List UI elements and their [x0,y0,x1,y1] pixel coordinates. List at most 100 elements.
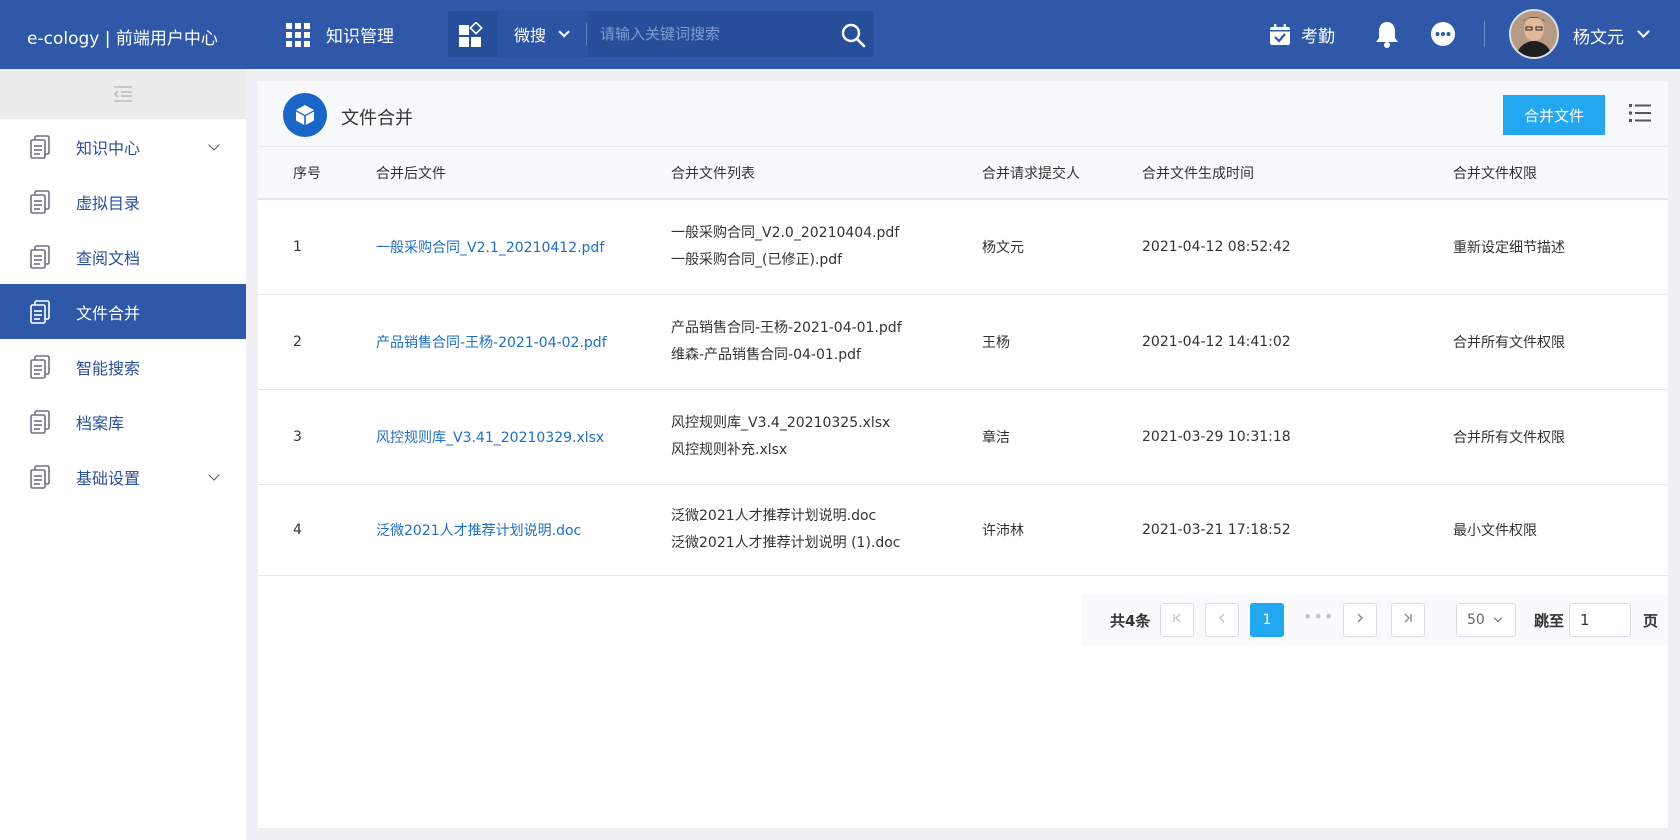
prev-page-button[interactable] [1205,603,1239,637]
col-header[interactable]: 序号 [258,147,376,200]
table-row[interactable]: 1 一般采购合同_V2.1_20210412.pdf 一般采购合同_V2.0_2… [258,199,1668,295]
col-header[interactable]: 合并后文件 [376,147,671,200]
row-number: 3 [258,389,376,485]
file-list-item: 一般采购合同_(已修正).pdf [671,251,843,268]
user-menu-chevron-icon[interactable] [1637,25,1650,38]
sidebar-item-basic-settings[interactable]: 基础设置 [0,449,246,504]
sidebar-item-label: 档案库 [76,413,125,433]
sidebar-item-label: 文件合并 [76,303,141,323]
page-unit-label: 页 [1643,612,1659,630]
sidebar: 知识中心 虚拟目录 查阅文档 文件合并 智能搜索 档案库 基础设置 [0,69,246,840]
row-number: 1 [258,199,376,295]
file-list: 一般采购合同_V2.0_20210404.pdf 一般采购合同_(已修正).pd… [671,199,982,295]
avatar[interactable] [1509,9,1559,59]
sidebar-item-label: 知识中心 [76,138,141,158]
generated-time: 2021-04-12 08:52:42 [1142,199,1453,295]
brand-title[interactable]: e-cology | 前端用户中心 [27,24,218,49]
sidebar-item-label: 基础设置 [76,468,141,488]
search-icon[interactable] [840,22,866,48]
search-bar: 微搜 [448,11,874,57]
chevron-left-icon [1219,613,1225,623]
indent-collapse-icon [113,86,132,102]
file-list-item: 产品销售合同-王杨-2021-04-01.pdf [671,319,902,336]
sidebar-item-knowledge-center[interactable]: 知识中心 [0,119,246,174]
user-name[interactable]: 杨文元 [1573,23,1624,48]
submitter: 许沛林 [982,484,1142,576]
permission: 最小文件权限 [1453,484,1668,576]
merged-file-link[interactable]: 泛微2021人才推荐计划说明.doc [376,523,581,539]
col-header[interactable]: 合并文件列表 [671,147,982,200]
document-icon [30,300,50,324]
permission: 合并所有文件权限 [1453,389,1668,485]
cube-icon [283,93,327,137]
row-number: 2 [258,294,376,390]
last-page-button[interactable] [1391,603,1425,637]
chevron-right-icon [1357,613,1363,623]
submitter: 章洁 [982,389,1142,485]
table-row[interactable]: 3 风控规则库_V3.41_20210329.xlsx 风控规则库_V3.4_2… [258,389,1668,485]
file-list: 风控规则库_V3.4_20210325.xlsx 风控规则补充.xlsx [671,389,982,485]
jump-page-input[interactable] [1569,603,1631,637]
chat-more-icon[interactable] [1430,21,1456,47]
main-panel: 文件合并 合并文件 序号 合并后文件 合并文件列表 合并请求提交人 合并文件生成… [258,81,1668,828]
table-row[interactable]: 4 泛微2021人才推荐计划说明.doc 泛微2021人才推荐计划说明.doc … [258,484,1668,576]
pagination: 共4条 1 ••• 50 跳至 页 [1081,594,1668,646]
file-list-item: 泛微2021人才推荐计划说明.doc [671,507,877,524]
file-list-item: 一般采购合同_V2.0_20210404.pdf [671,224,900,241]
merged-file-link[interactable]: 风控规则库_V3.41_20210329.xlsx [376,430,604,446]
search-scope-label: 微搜 [514,26,547,45]
permission: 合并所有文件权限 [1453,294,1668,390]
merged-file-link[interactable]: 一般采购合同_V2.1_20210412.pdf [376,240,604,256]
search-input[interactable] [600,19,820,49]
list-menu-icon[interactable] [1629,103,1651,123]
file-list-item: 风控规则库_V3.4_20210325.xlsx [671,414,891,431]
more-pages-ellipsis[interactable]: ••• [1303,607,1334,626]
document-icon [30,355,50,379]
file-list-item: 泛微2021人才推荐计划说明 (1).doc [671,534,901,551]
merge-files-button[interactable]: 合并文件 [1503,95,1605,135]
col-header[interactable]: 合并文件生成时间 [1142,147,1453,200]
attendance-link[interactable]: 考勤 [1268,22,1335,47]
sidebar-item-browse-docs[interactable]: 查阅文档 [0,229,246,284]
top-bar: e-cology | 前端用户中心 知识管理 微搜 请输入关键词搜索 考勤 杨文… [0,0,1680,69]
search-scope-select[interactable]: 微搜 [498,11,588,57]
permission: 重新设定细节描述 [1453,199,1668,295]
calendar-check-icon [1270,23,1290,45]
next-page-button[interactable] [1343,603,1377,637]
col-header[interactable]: 合并文件权限 [1453,147,1668,200]
sidebar-item-smart-search[interactable]: 智能搜索 [0,339,246,394]
sidebar-item-virtual-directory[interactable]: 虚拟目录 [0,174,246,229]
merge-table: 序号 合并后文件 合并文件列表 合并请求提交人 合并文件生成时间 合并文件权限 … [258,147,1668,576]
apps-grid-icon[interactable] [286,22,310,47]
search-divider [586,23,587,45]
col-header[interactable]: 合并请求提交人 [982,147,1142,200]
sidebar-collapse-button[interactable] [0,69,246,119]
generated-time: 2021-03-21 17:18:52 [1142,484,1453,576]
file-list-item: 风控规则补充.xlsx [671,441,788,458]
jump-label: 跳至 [1534,612,1565,630]
sidebar-item-file-merge[interactable]: 文件合并 [0,284,246,339]
bell-icon[interactable] [1374,20,1400,48]
document-icon [30,465,50,489]
panel-header: 文件合并 合并文件 [258,81,1668,147]
sidebar-item-label: 智能搜索 [76,358,141,378]
chevron-down-icon [208,469,220,481]
table-row[interactable]: 2 产品销售合同-王杨-2021-04-02.pdf 产品销售合同-王杨-202… [258,294,1668,390]
app-switcher[interactable]: 知识管理 [286,22,394,47]
page-size-select[interactable]: 50 [1456,603,1516,637]
sidebar-item-archive[interactable]: 档案库 [0,394,246,449]
merged-file-link[interactable]: 产品销售合同-王杨-2021-04-02.pdf [376,335,607,351]
document-icon [30,190,50,214]
row-number: 4 [258,484,376,576]
document-icon [30,410,50,434]
page-number-button[interactable]: 1 [1250,603,1284,637]
chevron-down-icon [1493,613,1503,623]
document-icon [30,245,50,269]
file-list: 泛微2021人才推荐计划说明.doc 泛微2021人才推荐计划说明 (1).do… [671,484,982,576]
widgets-icon[interactable] [458,22,484,48]
app-label[interactable]: 知识管理 [326,22,394,47]
attendance-label: 考勤 [1301,27,1335,47]
chevron-down-icon [208,139,220,151]
first-page-button[interactable] [1160,603,1194,637]
submitter: 杨文元 [982,199,1142,295]
